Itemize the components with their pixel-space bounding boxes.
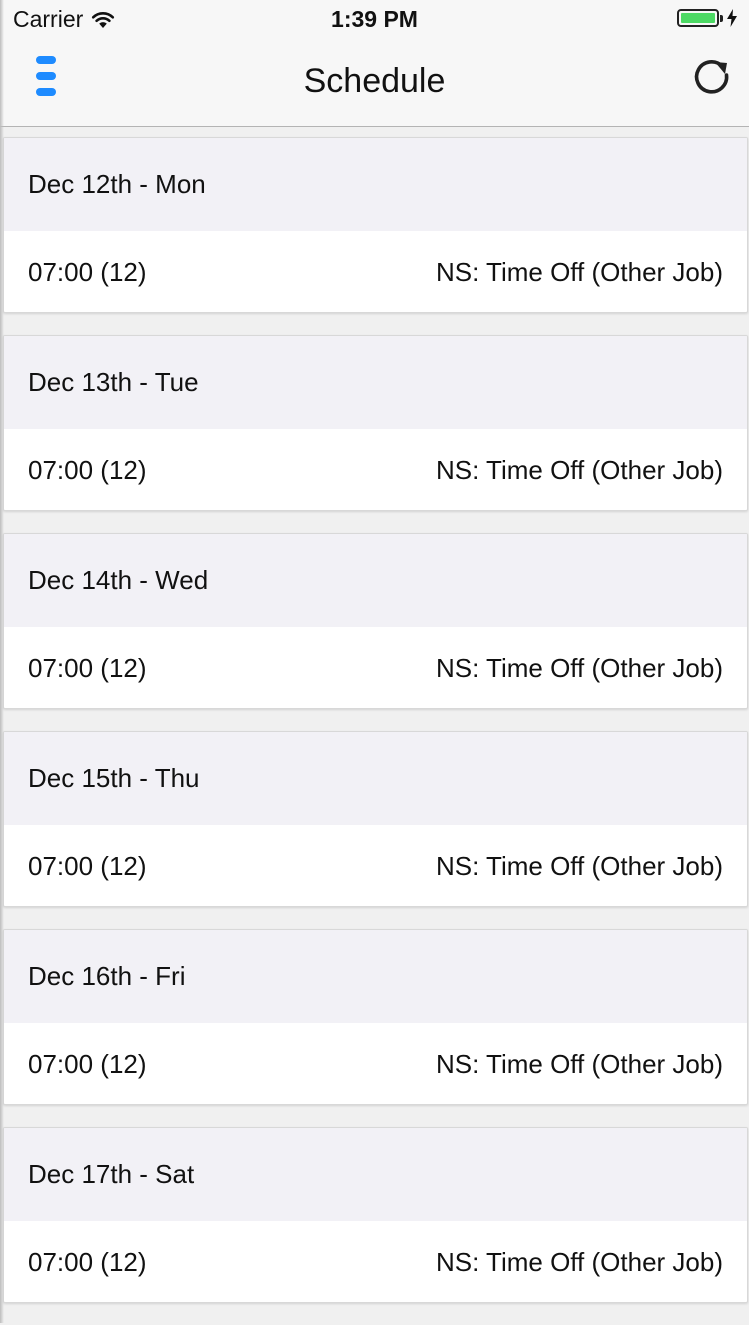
- shift-status: NS: Time Off (Other Job): [435, 454, 723, 485]
- battery-tip: [720, 14, 723, 22]
- day-header: Dec 13th - Tue: [4, 336, 747, 429]
- day-header: Dec 14th - Wed: [4, 534, 747, 627]
- refresh-button[interactable]: [691, 58, 733, 100]
- schedule-card: Dec 13th - Tue 07:00 (12) NS: Time Off (Ot…: [3, 335, 748, 511]
- schedule-list: Dec 12th - Mon 07:00 (12) NS: Time Off (Ot…: [0, 137, 749, 1325]
- schedule-card: Dec 17th - Sat 07:00 (12) NS: Time Off (Ot…: [3, 1127, 748, 1303]
- shift-row[interactable]: 07:00 (12) NS: Time Off (Other Job): [4, 627, 747, 708]
- refresh-icon: [694, 60, 729, 94]
- shift-time: 07:00 (12): [28, 652, 147, 683]
- schedule-card: Dec 12th - Mon 07:00 (12) NS: Time Off (Ot…: [3, 137, 748, 313]
- schedule-card: Dec 15th - Thu 07:00 (12) NS: Time Off (Ot…: [3, 731, 748, 907]
- schedule-card: Dec 14th - Wed 07:00 (12) NS: Time Off (Ot…: [3, 533, 748, 709]
- schedule-card: Dec 16th - Fri 07:00 (12) NS: Time Off (Ot…: [3, 929, 748, 1105]
- shift-status: NS: Time Off (Other Job): [435, 1246, 723, 1277]
- shift-time: 07:00 (12): [28, 1048, 147, 1079]
- battery-icon: [677, 9, 719, 27]
- shift-row[interactable]: 07:00 (12) NS: Time Off (Other Job): [4, 429, 747, 510]
- shift-row[interactable]: 07:00 (12) NS: Time Off (Other Job): [4, 1221, 747, 1302]
- status-time: 1:39 PM: [331, 6, 418, 32]
- shift-time: 07:00 (12): [28, 454, 147, 485]
- shift-row[interactable]: 07:00 (12) NS: Time Off (Other Job): [4, 231, 747, 312]
- battery-indicator: [677, 9, 737, 27]
- status-bar: Carrier 1:39 PM: [0, 0, 749, 40]
- page-title: Schedule: [303, 62, 446, 100]
- shift-time: 07:00 (12): [28, 1246, 147, 1277]
- navigation-bar: Schedule: [0, 40, 749, 127]
- battery-fill: [681, 13, 715, 23]
- charging-bolt-icon: [727, 9, 737, 27]
- shift-status: NS: Time Off (Other Job): [435, 652, 723, 683]
- shift-time: 07:00 (12): [28, 850, 147, 881]
- shift-status: NS: Time Off (Other Job): [435, 850, 723, 881]
- day-header: Dec 16th - Fri: [4, 930, 747, 1023]
- shift-time: 07:00 (12): [28, 256, 147, 287]
- edge-shadow: [0, 0, 4, 1323]
- day-header: Dec 12th - Mon: [4, 138, 747, 231]
- shift-row[interactable]: 07:00 (12) NS: Time Off (Other Job): [4, 825, 747, 906]
- shift-status: NS: Time Off (Other Job): [435, 256, 723, 287]
- shift-row[interactable]: 07:00 (12) NS: Time Off (Other Job): [4, 1023, 747, 1104]
- day-header: Dec 15th - Thu: [4, 732, 747, 825]
- day-header: Dec 17th - Sat: [4, 1128, 747, 1221]
- shift-status: NS: Time Off (Other Job): [435, 1048, 723, 1079]
